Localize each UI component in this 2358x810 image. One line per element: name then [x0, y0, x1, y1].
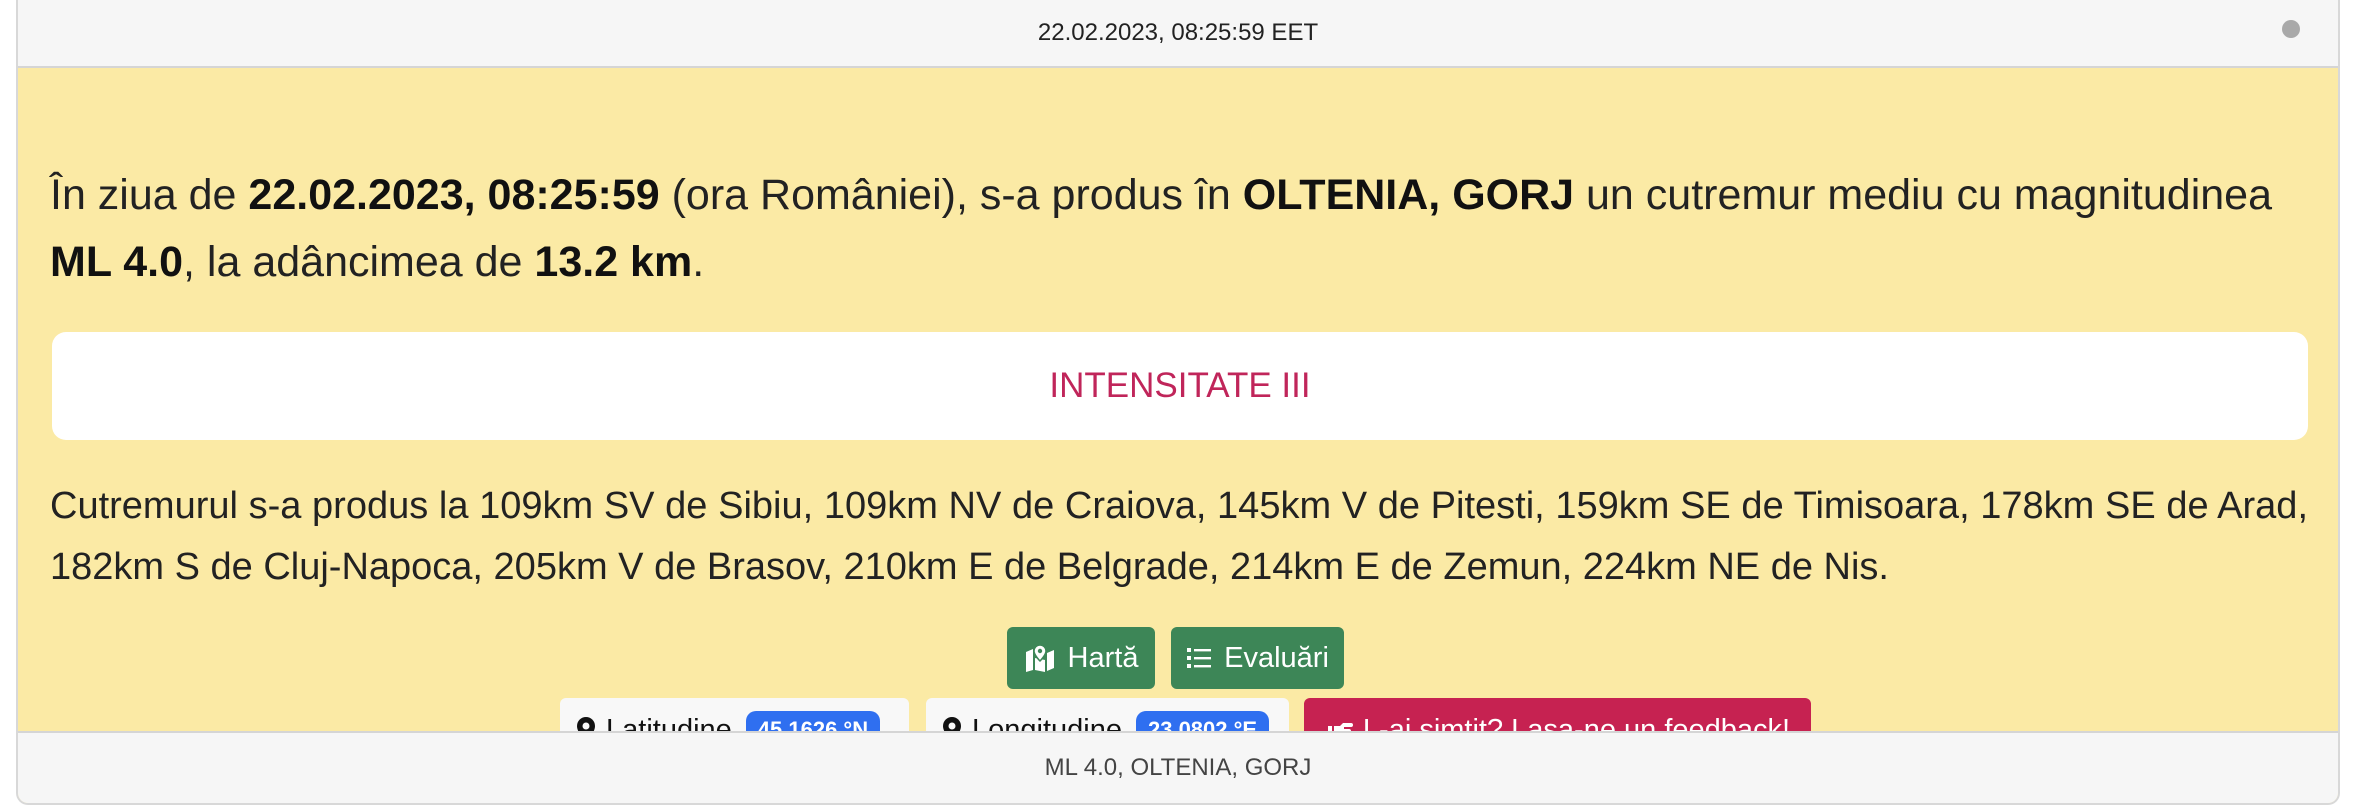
event-timestamp: 22.02.2023, 08:25:59 EET: [1037, 19, 1319, 46]
card-body: În ziua de 22.02.2023, 08:25:59 (ora Rom…: [18, 68, 2338, 762]
event-summary: În ziua de 22.02.2023, 08:25:59 (ora Rom…: [50, 162, 2308, 296]
summary-text-1: În ziua de: [50, 171, 249, 219]
evaluations-button[interactable]: Evaluări: [1171, 627, 1344, 689]
distances-text: Cutremurul s-a produs la 109km SV de Sib…: [50, 485, 2308, 588]
map-button-label: Hartă: [1067, 641, 1139, 674]
card-header: 22.02.2023, 08:25:59 EET: [18, 0, 2338, 68]
intensity-panel: INTENSITATE III: [52, 332, 2308, 440]
list-icon: [1186, 646, 1212, 670]
map-marked-icon: [1024, 644, 1056, 672]
summary-datetime: 22.02.2023, 08:25:59: [248, 171, 660, 219]
summary-magnitude: ML 4.0: [50, 238, 184, 286]
evaluations-button-label: Evaluări: [1224, 641, 1329, 674]
summary-text-4: , la adâncimea de: [183, 238, 535, 286]
summary-region: OLTENIA, GORJ: [1242, 171, 1575, 219]
intensity-label: INTENSITATE III: [1049, 366, 1311, 405]
earthquake-card: 22.02.2023, 08:25:59 EET În ziua de 22.0…: [16, 0, 2340, 805]
footer-caption: ML 4.0, OLTENIA, GORJ: [1044, 754, 1312, 781]
summary-depth: 13.2 km: [534, 238, 693, 286]
summary-text-5: .: [692, 238, 705, 286]
status-dot-icon: [2282, 20, 2300, 38]
map-button[interactable]: Hartă: [1007, 627, 1155, 689]
card-footer: ML 4.0, OLTENIA, GORJ: [18, 731, 2338, 803]
summary-text-3: un cutremur mediu cu magnitudinea: [1574, 171, 2272, 219]
summary-text-2: (ora României), s-a produs în: [659, 171, 1243, 219]
